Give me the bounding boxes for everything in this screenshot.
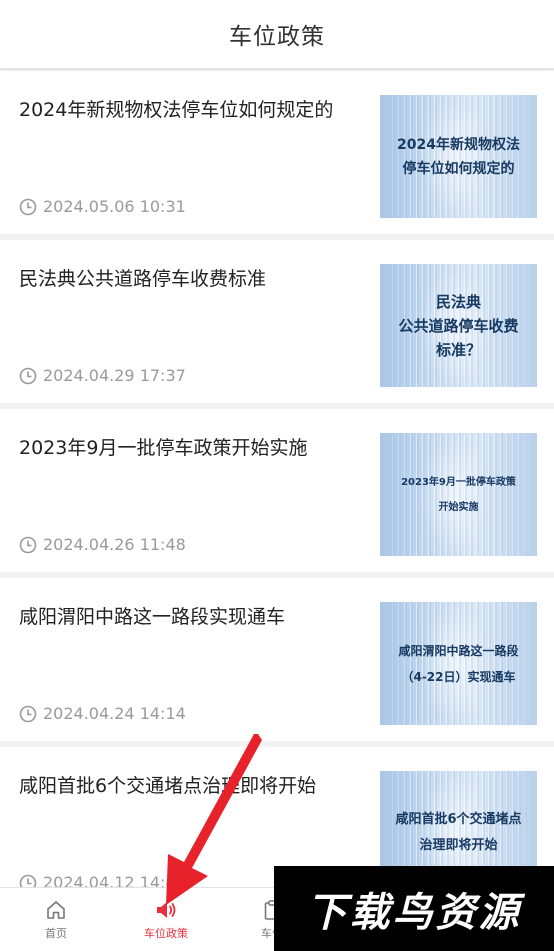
article-thumbnail[interactable]: 咸阳渭阳中路这一路段 （4-22日）实现通车 xyxy=(380,602,537,725)
article-title: 咸阳渭阳中路这一路段实现通车 xyxy=(19,606,286,628)
article-time-text: 2024.04.26 11:48 xyxy=(43,535,186,554)
speaker-icon xyxy=(157,902,176,918)
article-card[interactable]: 民法典公共道路停车收费标准 2024.04.29 17:37 民法典 公共道路停… xyxy=(0,240,554,403)
clock-icon xyxy=(19,536,37,553)
article-thumbnail[interactable]: 民法典 公共道路停车收费 标准？ xyxy=(380,264,537,387)
tab-parking-policy[interactable]: 车位政策 xyxy=(116,888,216,951)
article-time-text: 2024.04.29 17:37 xyxy=(43,366,186,385)
article-title: 咸阳首批6个交通堵点治理即将开始 xyxy=(19,775,317,797)
thumbnail-caption: 2024年新规物权法 停车位如何规定的 xyxy=(397,136,520,177)
article-card[interactable]: 2024年新规物权法停车位如何规定的 2024.05.06 10:31 2024… xyxy=(0,71,554,234)
article-card[interactable]: 咸阳渭阳中路这一路段实现通车 2024.04.24 14:14 咸阳渭阳中路这一… xyxy=(0,578,554,741)
article-title: 2024年新规物权法停车位如何规定的 xyxy=(19,99,334,121)
home-icon xyxy=(47,901,65,919)
article-thumbnail[interactable]: 2024年新规物权法 停车位如何规定的 xyxy=(380,95,537,218)
watermark-banner: 下载鸟资源 xyxy=(274,866,554,951)
page-title: 车位政策 xyxy=(229,24,325,50)
article-time: 2024.04.24 14:14 xyxy=(19,704,186,723)
article-card[interactable]: 2023年9月一批停车政策开始实施 2024.04.26 11:48 2023年… xyxy=(0,409,554,572)
app-header: 车位政策 xyxy=(0,0,554,68)
thumbnail-caption: 2023年9月一批停车政策 开始实施 xyxy=(401,476,516,513)
clock-icon xyxy=(19,705,37,722)
article-title: 民法典公共道路停车收费标准 xyxy=(19,268,267,290)
article-thumbnail[interactable]: 2023年9月一批停车政策 开始实施 xyxy=(380,433,537,556)
thumbnail-caption: 咸阳渭阳中路这一路段 （4-22日）实现通车 xyxy=(398,643,519,684)
article-time-text: 2024.04.24 14:14 xyxy=(43,704,186,723)
tab-home[interactable]: 首页 xyxy=(6,888,106,951)
article-time: 2024.05.06 10:31 xyxy=(19,197,186,216)
tab-home-label: 首页 xyxy=(45,927,67,940)
article-time: 2024.04.29 17:37 xyxy=(19,366,186,385)
tab-parking-policy-label: 车位政策 xyxy=(144,927,188,940)
article-list: 2024年新规物权法停车位如何规定的 2024.05.06 10:31 2024… xyxy=(0,71,554,916)
thumbnail-caption: 民法典 公共道路停车收费 标准？ xyxy=(398,292,519,359)
clock-icon xyxy=(19,198,37,215)
article-time-text: 2024.05.06 10:31 xyxy=(43,197,186,216)
article-title: 2023年9月一批停车政策开始实施 xyxy=(19,437,308,459)
article-time: 2024.04.26 11:48 xyxy=(19,535,186,554)
clock-icon xyxy=(19,367,37,384)
